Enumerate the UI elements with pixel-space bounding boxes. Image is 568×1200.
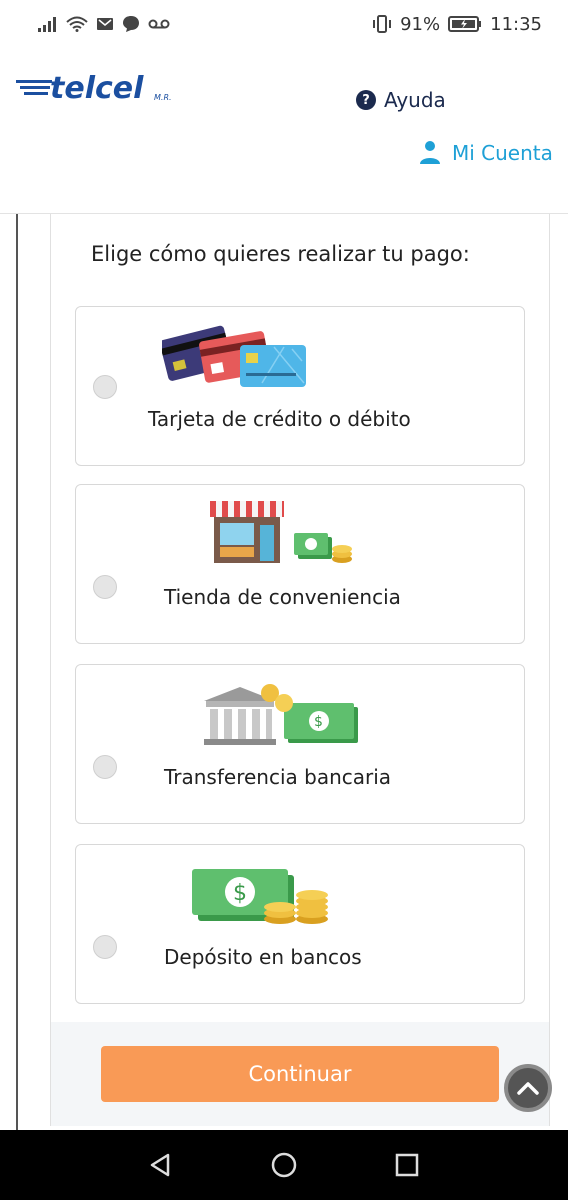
nav-back-button[interactable] <box>141 1145 181 1185</box>
radio-card[interactable] <box>93 375 117 399</box>
status-bar: 91% 11:35 <box>0 0 568 48</box>
radio-store[interactable] <box>93 575 117 599</box>
form-footer: Continuar <box>51 1022 549 1126</box>
payment-option-card[interactable]: Tarjeta de crédito o débito <box>75 306 525 466</box>
status-icons-left <box>38 15 170 33</box>
radio-transfer[interactable] <box>93 755 117 779</box>
nav-recents-button[interactable] <box>387 1145 427 1185</box>
brand-trademark: M.R. <box>154 93 172 102</box>
wifi-icon <box>66 16 88 32</box>
option-label-card: Tarjeta de crédito o débito <box>148 407 411 431</box>
svg-text:$: $ <box>314 714 323 730</box>
bank-transfer-icon: $ <box>204 684 358 745</box>
signal-icon <box>38 17 56 32</box>
site-header: telcel M.R. ? Ayuda Mi Cuenta <box>0 48 568 214</box>
store-cash-icon <box>210 501 352 563</box>
voicemail-icon <box>148 19 170 29</box>
payment-option-deposit[interactable]: $ Depósito en bancos <box>75 844 525 1004</box>
left-divider <box>16 214 18 1130</box>
system-nav-bar <box>0 1130 568 1200</box>
back-triangle-icon <box>151 1153 170 1177</box>
chat-icon <box>123 16 139 32</box>
chevron-up-icon <box>517 1082 539 1095</box>
user-icon <box>420 141 440 164</box>
payment-prompt: Elige cómo quieres realizar tu pago: <box>91 242 470 266</box>
payment-option-transfer[interactable]: $ Transferencia bancaria <box>75 664 525 824</box>
brand-wordmark: telcel <box>50 71 144 106</box>
question-icon: ? <box>356 90 376 110</box>
svg-text:$: $ <box>233 881 247 906</box>
credit-cards-icon <box>162 325 306 387</box>
help-link[interactable]: ? Ayuda <box>356 88 446 112</box>
cash-deposit-icon: $ <box>192 869 328 924</box>
help-label: Ayuda <box>384 88 446 112</box>
status-icons-right: 91% 11:35 <box>372 14 542 35</box>
option-label-transfer: Transferencia bancaria <box>164 765 392 789</box>
scroll-to-top-button[interactable] <box>504 1064 552 1112</box>
battery-icon <box>448 16 482 32</box>
account-link[interactable]: Mi Cuenta <box>418 140 553 166</box>
continue-button[interactable]: Continuar <box>101 1046 499 1102</box>
option-label-store: Tienda de conveniencia <box>164 585 401 609</box>
option-label-deposit: Depósito en bancos <box>164 945 362 969</box>
clock: 11:35 <box>490 13 542 35</box>
payment-panel: Elige cómo quieres realizar tu pago: Tar… <box>50 214 550 1126</box>
radio-deposit[interactable] <box>93 935 117 959</box>
main-content: Elige cómo quieres realizar tu pago: Tar… <box>0 214 568 1130</box>
home-circle-icon <box>271 1152 297 1178</box>
battery-percent: 91% <box>400 13 441 35</box>
mail-icon <box>97 18 113 30</box>
vibrate-icon <box>373 15 392 33</box>
nav-home-button[interactable] <box>264 1145 304 1185</box>
account-label: Mi Cuenta <box>452 141 553 165</box>
payment-option-store[interactable]: Tienda de conveniencia <box>75 484 525 644</box>
recents-square-icon <box>395 1153 418 1177</box>
telcel-logo[interactable]: telcel M.R. <box>16 66 186 106</box>
